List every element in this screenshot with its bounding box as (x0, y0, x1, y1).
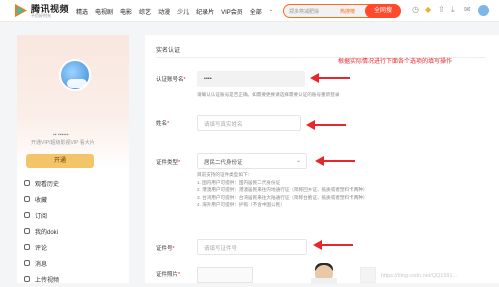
nav-item-featured[interactable]: 精选 (76, 7, 88, 16)
search-button[interactable]: 全网搜 (365, 4, 401, 18)
chevron-down-icon: ⌄ (295, 158, 301, 164)
hint-line: 1. 国内用户可提供：国内居民二代身份证 (197, 179, 281, 185)
annotation-arrow (310, 73, 350, 83)
sidebar-item-favorites[interactable]: 收藏 (24, 191, 59, 207)
hot-search-link[interactable]: 热搜榜 (340, 8, 355, 15)
sidebar-item-upload[interactable]: 上传视频 (24, 271, 59, 287)
nav-item-vip[interactable]: VIP会员 (221, 7, 243, 16)
sidebar-item-messages[interactable]: 消息 (24, 255, 59, 271)
history-icon[interactable]: ◷ (412, 5, 419, 14)
sidebar-menu: 观看历史 收藏 订阅 我的doki 评论 消息 上传视频 (24, 175, 59, 287)
name-placeholder: 请填写真实姓名 (204, 122, 243, 128)
open-vip-button[interactable]: 开通 (26, 154, 94, 168)
name-input[interactable]: 请填写真实姓名 (197, 115, 301, 131)
annotation-arrow (315, 156, 355, 166)
id-number-input[interactable]: 请填写证件号 (197, 239, 307, 255)
sidebar-item-subscriptions[interactable]: 订阅 (24, 207, 59, 223)
chevron-down-icon[interactable]: ⌄ (269, 7, 273, 16)
id-type-select[interactable]: 居民二代身份证 ⌄ (197, 153, 307, 169)
photo-upload-box[interactable] (197, 267, 253, 283)
sample-photo-body (311, 278, 337, 284)
brand-slogan: 不负好时光 (31, 13, 51, 18)
sidebar-item-history[interactable]: 观看历史 (24, 175, 59, 191)
hint-line: 4. 海外用户可提供：护照（不含中国公民） (197, 202, 285, 208)
username: ▪▪ ▪▪▪▪▪▪ (53, 132, 69, 138)
search-placeholder: 郑多燕减肥操 (289, 9, 320, 15)
photo-label: 证件照片* (156, 272, 181, 278)
account-value: ▪▪▪▪ (204, 76, 212, 82)
sidebar-item-label: 订阅 (35, 213, 48, 220)
comment-icon (24, 244, 30, 250)
nav-item-all[interactable]: 全部 (250, 7, 262, 16)
sample-photo-back (360, 267, 376, 283)
search-input[interactable]: 郑多燕减肥操 热搜榜 (283, 4, 376, 18)
sidebar-item-comments[interactable]: 评论 (24, 239, 59, 255)
id-type-value: 居民二代身份证 (204, 160, 243, 166)
name-label: 姓名* (156, 121, 170, 127)
star-icon (24, 196, 30, 202)
vip-promo-text: 开通VIP/超级影视VIP 看大片 (31, 140, 95, 146)
annotation-arrow (313, 240, 353, 250)
doki-icon (24, 228, 30, 234)
id-type-hint: 目前支持的证件类型如下： 1. 国内用户可提供：国内居民二代身份证 2. 港澳用… (197, 171, 368, 209)
upload-icon (24, 276, 30, 282)
hint-line: 目前支持的证件类型如下： (197, 172, 253, 177)
top-navigation-bar: 腾讯视频 不负好时光 精选 电视剧 电影 综艺 动漫 少儿 纪录片 VIP会员 … (0, 0, 499, 22)
user-sidebar: ▪▪ ▪▪▪▪▪▪ 开通VIP/超级影视VIP 看大片 开通 观看历史 收藏 订… (17, 35, 129, 284)
tencent-video-logo-icon[interactable] (13, 3, 29, 18)
nav-item-tv[interactable]: 电视剧 (95, 7, 113, 16)
sidebar-item-doki[interactable]: 我的doki (24, 223, 59, 239)
sidebar-item-label: 我的doki (35, 229, 59, 236)
account-hint: 请确认认证账号是否正确。如需要更换请选择需要认证的账号重新登录 (197, 92, 340, 97)
nav-item-kids[interactable]: 少儿 (177, 7, 189, 16)
hint-line: 2. 港澳用户可提供：港澳居民来往内地通行证（简称回乡证，纸质或者塑料卡两种） (197, 187, 368, 193)
id-type-label: 证件类型* (156, 160, 181, 166)
id-number-label: 证件号* (156, 246, 175, 252)
profile-card: ▪▪ ▪▪▪▪▪▪ 开通VIP/超级影视VIP 看大片 开通 (17, 35, 129, 170)
sidebar-item-label: 收藏 (35, 197, 48, 204)
user-avatar[interactable] (478, 5, 489, 16)
watermark: https://blog.csdn.net/QQ1591... (381, 273, 458, 279)
subscribe-icon (24, 212, 30, 218)
verification-form-panel: 实名认证 根据实际情况进行下面各个选项的填写操作 认证账号名* ▪▪▪▪ 请确认… (145, 35, 499, 284)
nav-item-variety[interactable]: 综艺 (139, 7, 151, 16)
avatar-cloud-decoration (67, 79, 87, 88)
vip-diamond-icon[interactable]: ◆ (425, 5, 431, 14)
hint-line: 3. 台湾用户可提供：台湾居民来往大陆通行证（简称台胞证，纸质或者塑料卡两种） (197, 194, 368, 200)
message-icon[interactable]: ✉ (464, 5, 471, 14)
annotation-arrow (306, 120, 346, 130)
page-title: 实名认证 (156, 48, 181, 54)
upload-icon[interactable]: ⇪ (438, 5, 445, 14)
id-number-placeholder: 请填写证件号 (204, 246, 238, 252)
annotation-text: 根据实际情况进行下面各个选项的填写操作 (338, 59, 453, 65)
history-icon (24, 180, 30, 186)
nav-item-movie[interactable]: 电影 (120, 7, 132, 16)
account-field: ▪▪▪▪ (197, 71, 305, 87)
nav-item-anime[interactable]: 动漫 (158, 7, 170, 16)
message-icon (24, 260, 30, 266)
sidebar-item-label: 上传视频 (35, 277, 60, 284)
sidebar-item-label: 评论 (35, 245, 48, 252)
nav-item-documentary[interactable]: 纪录片 (196, 7, 214, 16)
main-nav: 精选 电视剧 电影 综艺 动漫 少儿 纪录片 VIP会员 全部 ⌄ (76, 7, 273, 16)
sidebar-item-label: 消息 (35, 261, 48, 268)
sidebar-item-label: 观看历史 (35, 181, 60, 188)
download-icon[interactable]: ⤓ (451, 5, 455, 15)
account-label: 认证账号名* (156, 77, 186, 83)
